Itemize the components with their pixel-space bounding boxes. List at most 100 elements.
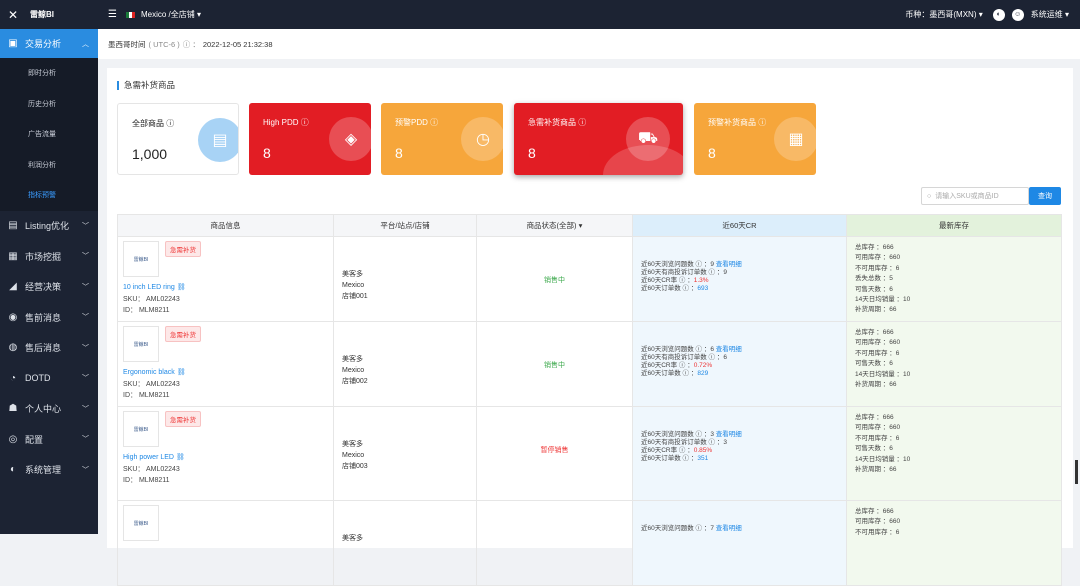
lock-icon: ◔ (9, 372, 17, 384)
search-input[interactable]: ○ 请输入SKU或商品ID (921, 187, 1029, 205)
chat-icon[interactable]: ◐ (992, 8, 1005, 21)
platform-name: 美客多 (342, 356, 363, 363)
stock-cell: 总库存 ：666 可用库存 ：660 不可用库存 ：6 (846, 500, 1062, 586)
stock-line: 可售天数 ：6 (855, 285, 893, 293)
sub-item-profit[interactable]: 利润分析 (0, 150, 98, 181)
stock-line: 总库存 ：666 (855, 414, 894, 421)
product-image[interactable]: 雷鲸BI (123, 411, 159, 447)
chat-icon: ◍ (8, 342, 18, 354)
tile-all-products[interactable]: 全部商品 ⓘ 1,000 ▤ (117, 103, 239, 175)
tile-warning-restock[interactable]: 预警补货商品 ⓘ 8 ▦ (694, 103, 816, 175)
app-name: 雷鲸BI (30, 10, 54, 19)
view-detail-link[interactable]: 查看明细 (716, 431, 742, 438)
sub-item-realtime[interactable]: 即时分析 (0, 58, 98, 89)
store-selector[interactable]: Mexico /全店铺 ▾ (141, 9, 201, 20)
view-detail-link[interactable]: 查看明细 (716, 525, 742, 532)
sidebar-item-5[interactable]: ◔ DOTD ﹀ (0, 363, 98, 394)
shop-name: 店铺001 (342, 293, 368, 300)
sub-item-ad-traffic[interactable]: 广告流量 (0, 119, 98, 150)
status-text: 销售中 (544, 277, 565, 284)
sidebar-item-0[interactable]: ▤ Listing优化 ﹀ (0, 211, 98, 242)
chevron-down-icon: ﹀ (82, 344, 89, 352)
product-table: 商品信息 平台/站点/店铺 商品状态(全部) ▾ 近60天CR 最新库存 雷鲸B… (117, 214, 1062, 586)
message-icon: ◉ (8, 311, 18, 323)
site-name: Mexico (342, 367, 365, 374)
avatar[interactable]: ☺ (1011, 8, 1024, 21)
cr-line: 近60天有商投诉订单数 ⓘ ：3 (641, 439, 727, 446)
stock-line: 14天日均销量 ：10 (855, 370, 911, 378)
tile-high-pdd[interactable]: High PDD ⓘ 8 ◈ (249, 103, 371, 175)
sub-item-alerts[interactable]: 指标预警 (0, 180, 98, 211)
tile-title: 急需补货商品 ⓘ (528, 118, 587, 127)
product-id: ID： MLM8211 (123, 477, 170, 484)
time-bar: 墨西哥时间 ( UTC-6 ) ⓘ ： 2022-12-05 21:32:38 (98, 29, 1080, 59)
sidebar-item-label: 个人中心 (25, 404, 62, 415)
table-row: 雷鲸BI 急需补货 10 inch LED ring ⛓ SKU： AML02243 I… (117, 236, 1062, 322)
list-icon: ▤ (8, 220, 18, 232)
tile-title: 全部商品 ⓘ (132, 119, 175, 128)
currency-selector[interactable]: 币种：墨西哥(MXN) ▾ (905, 9, 982, 20)
cr-cell: 近60天浏览问题数 ⓘ ：3 查看明细 近60天有商投诉订单数 ⓘ ：3 近60天C… (632, 406, 847, 501)
status-text (477, 501, 632, 539)
tile-urgent-restock[interactable]: 急需补货商品 ⓘ 8 ⛟ (514, 103, 683, 175)
product-name-link[interactable]: 10 inch LED ring ⛓ (123, 283, 186, 291)
sidebar-item-8[interactable]: ◐ 系统管理 ﹀ (0, 455, 98, 486)
stock-cell: 总库存 ：666 可用库存 ：660 不可用库存 ：6 丢失总数 ：5 可售天数 ：6 1… (846, 236, 1062, 322)
platform-cell: 美客多 Mexico 店铺002 (333, 321, 477, 407)
stock-line: 补货周期 ：66 (855, 466, 897, 474)
sidebar: ✕ 雷鲸BI ▣ 交易分析 ︿ 即时分析 历史分析 广告流量 利润分析 指标预警… (0, 0, 98, 534)
product-image[interactable]: 雷鲸BI (123, 326, 159, 362)
sidebar-item-label: 售后消息 (25, 343, 62, 354)
sidebar-item-2[interactable]: ◢ 经营决策 ﹀ (0, 272, 98, 303)
chevron-down-icon: ﹀ (82, 405, 89, 413)
col-product-info: 商品信息 (117, 214, 334, 237)
cr-line: 近60天CR率 ⓘ ：1.3% (641, 277, 709, 284)
chevron-down-icon: ﹀ (82, 253, 89, 261)
current-time: 2022-12-05 21:32:38 (202, 39, 273, 49)
product-icon: ▤ (198, 118, 238, 162)
site-name: Mexico (342, 282, 365, 289)
cr-cell: 近60天浏览问题数 ⓘ ：6 查看明细 近60天有商投诉订单数 ⓘ ：6 近60天C… (632, 321, 847, 407)
help-icon[interactable]: ⓘ ： (183, 39, 200, 50)
app-logo[interactable]: ✕ 雷鲸BI (0, 0, 98, 29)
search-placeholder: 请输入SKU或商品ID (935, 193, 999, 200)
sub-item-history[interactable]: 历史分析 (0, 89, 98, 120)
sidebar-item-label: 经营决策 (25, 282, 62, 293)
sidebar-item-3[interactable]: ◉ 售前消息 ﹀ (0, 302, 98, 333)
restock-badge: 急需补货 (165, 411, 201, 427)
settings-icon: ◐ (9, 464, 17, 476)
sidebar-item-7[interactable]: ◎ 配置 ﹀ (0, 424, 98, 455)
scrollbar[interactable] (1075, 460, 1078, 484)
sidebar-item-label: 交易分析 (25, 39, 62, 49)
sidebar-item-label: 配置 (25, 434, 44, 445)
product-image[interactable]: 雷鲸BI (123, 505, 159, 541)
boxes-icon: ▦ (774, 117, 816, 161)
status-cell: 销售中 (476, 236, 633, 322)
product-name-link[interactable]: High power LED ⛓ (123, 453, 185, 461)
stock-line: 可售天数 ：6 (855, 360, 893, 368)
stock-cell: 总库存 ：666 可用库存 ：660 不可用库存 ：6 可售天数 ：6 14天日均销量 … (846, 321, 1062, 407)
shop-name: 店铺002 (342, 378, 368, 385)
tile-warning-pdd[interactable]: 预警PDD ⓘ 8 ◷ (381, 103, 503, 175)
cr-line: 近60天浏览问题数 ⓘ ：7 查看明细 (641, 525, 742, 532)
view-detail-link[interactable]: 查看明细 (716, 261, 742, 268)
user-menu[interactable]: 系统运维 ▾ (1031, 9, 1069, 20)
col-status[interactable]: 商品状态(全部) ▾ (476, 214, 633, 237)
store-selector-label: Mexico /全店铺 (140, 10, 195, 19)
product-image[interactable]: 雷鲸BI (123, 241, 159, 277)
view-detail-link[interactable]: 查看明细 (716, 346, 742, 353)
store-icon: ▦ (8, 250, 18, 262)
platform-name: 美客多 (342, 535, 363, 542)
sidebar-item-1[interactable]: ▦ 市场挖掘 ﹀ (0, 241, 98, 272)
user-icon: ☗ (8, 403, 18, 415)
sidebar-item-6[interactable]: ☗ 个人中心 ﹀ (0, 394, 98, 425)
stock-line: 总库存 ：666 (855, 244, 894, 251)
sidebar-item-trade-analysis[interactable]: ▣ 交易分析 ︿ (0, 29, 98, 58)
product-sku: SKU： AML02243 (123, 466, 180, 473)
menu-toggle-icon[interactable]: ☰ (108, 9, 117, 20)
time-label: 墨西哥时间 (108, 39, 146, 49)
search-button[interactable]: 查询 (1029, 187, 1061, 205)
main-card: 急需补货商品 全部商品 ⓘ 1,000 ▤ High PDD ⓘ 8 ◈ 预警P… (107, 68, 1073, 586)
sidebar-item-4[interactable]: ◍ 售后消息 ﹀ (0, 333, 98, 364)
product-name-link[interactable]: Ergonomic black ⛓ (123, 368, 186, 376)
